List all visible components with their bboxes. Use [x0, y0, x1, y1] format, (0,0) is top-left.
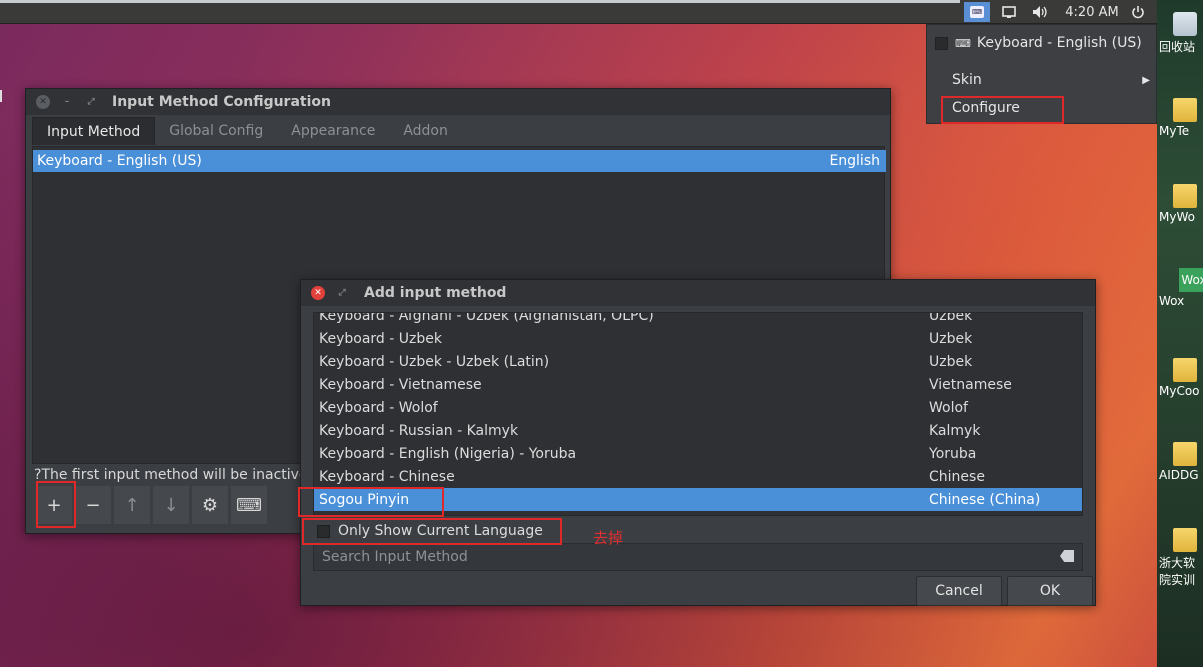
clock[interactable]: 4:20 AM: [1062, 2, 1122, 22]
desktop-icon-mycoo[interactable]: MyCoo: [1159, 358, 1203, 398]
remove-button[interactable]: −: [75, 486, 111, 524]
keyboard-tray-icon[interactable]: ⌨: [964, 2, 990, 22]
desktop-icon-wox[interactable]: Wox Wox: [1159, 268, 1203, 308]
window-title: Input Method Configuration: [112, 94, 331, 110]
available-input-methods-list[interactable]: Keyboard - Afghani - Uzbek (Afghanistan,…: [313, 312, 1083, 516]
maximize-icon[interactable]: ⤢: [84, 95, 98, 109]
list-item[interactable]: Keyboard - Uzbek - Uzbek (Latin) Uzbek: [314, 350, 1082, 373]
desktop-icon-label: MyCoo: [1159, 384, 1200, 398]
list-item[interactable]: Keyboard - Uzbek Uzbek: [314, 327, 1082, 350]
dialog-title: Add input method: [364, 285, 507, 301]
desktop-icon-label: MyWo: [1159, 210, 1195, 224]
recycle-bin-icon: [1173, 12, 1197, 36]
tab-input-method[interactable]: Input Method: [32, 117, 156, 145]
close-icon[interactable]: ✕: [311, 286, 325, 300]
desktop-icon-strip: 回收站 MyTe MyWo Wox Wox MyCoo AIDDG 浙大软 院实…: [1157, 0, 1203, 667]
wox-icon: Wox: [1179, 268, 1203, 292]
desktop-icon-myte[interactable]: MyTe: [1159, 98, 1203, 138]
ok-button[interactable]: OK: [1007, 576, 1093, 606]
search-placeholder: Search Input Method: [322, 549, 468, 565]
desktop-icon-label: 浙大软: [1159, 556, 1196, 570]
dialog-titlebar: ✕ ⤢ Add input method: [301, 280, 1095, 306]
annotation-text: 去掉: [593, 529, 624, 547]
cancel-button[interactable]: Cancel: [916, 576, 1002, 606]
desktop-icon-aiddg[interactable]: AIDDG: [1159, 442, 1203, 482]
maximize-icon[interactable]: ⤢: [335, 286, 349, 300]
list-item[interactable]: Keyboard - Wolof Wolof: [314, 396, 1082, 419]
tab-addon[interactable]: Addon: [389, 117, 462, 145]
move-down-button[interactable]: ↓: [153, 486, 189, 524]
desktop-icon-mywo[interactable]: MyWo: [1159, 184, 1203, 224]
desktop-icon-label: 回收站: [1159, 40, 1196, 54]
highlight-sogou-row: [298, 487, 444, 517]
tab-global-config[interactable]: Global Config: [155, 117, 277, 145]
highlight-configure: [941, 96, 1064, 124]
highlight-add-button: [36, 481, 76, 528]
clear-icon[interactable]: [1060, 550, 1074, 562]
checkbox[interactable]: [935, 36, 948, 50]
list-item[interactable]: Keyboard - Russian - Kalmyk Kalmyk: [314, 419, 1082, 442]
highlight-only-current-checkbox: [302, 518, 562, 545]
im-name: Keyboard - English (US): [37, 153, 202, 169]
volume-icon[interactable]: [1030, 2, 1052, 22]
folder-icon: [1173, 184, 1197, 208]
top-strip: [0, 0, 960, 3]
window-titlebar: ✕ – ⤢ Input Method Configuration: [26, 89, 890, 115]
folder-icon: [1173, 528, 1197, 552]
search-input[interactable]: Search Input Method: [313, 543, 1083, 571]
desktop-icon-label: MyTe: [1159, 124, 1190, 138]
file-icon: [1173, 442, 1197, 466]
display-icon[interactable]: [1000, 2, 1018, 22]
menu-item-current-im[interactable]: ⌨ Keyboard - English (US): [927, 31, 1158, 55]
desktop-icon-zju[interactable]: 浙大软 院实训: [1159, 528, 1203, 588]
menu-item-label: Keyboard - English (US): [976, 35, 1142, 51]
move-up-button[interactable]: ↑: [114, 486, 150, 524]
list-item[interactable]: Keyboard - Vietnamese Vietnamese: [314, 373, 1082, 396]
menu-item-label: Skin: [952, 72, 982, 88]
list-item[interactable]: Keyboard - Afghani - Uzbek (Afghanistan,…: [314, 313, 1082, 327]
list-item[interactable]: Keyboard - English (Nigeria) - Yoruba Yor…: [314, 442, 1082, 465]
keyboard-icon: ⌨: [955, 36, 971, 50]
desktop-icon-recycle[interactable]: 回收站: [1159, 12, 1203, 55]
tab-bar: Input Method Global Config Appearance Ad…: [32, 117, 462, 145]
list-item[interactable]: Keyboard - Chinese Chinese: [314, 465, 1082, 488]
tab-appearance[interactable]: Appearance: [277, 117, 389, 145]
add-input-method-dialog: ✕ ⤢ Add input method Keyboard - Afghani …: [300, 279, 1096, 606]
settings-gear-icon[interactable]: ⚙: [192, 486, 228, 524]
keyboard-layout-button[interactable]: ⌨: [231, 486, 267, 524]
chevron-right-icon: ▶: [1142, 74, 1150, 86]
list-item[interactable]: Keyboard - English (US) English: [33, 150, 886, 172]
menu-item-skin[interactable]: Skin ▶: [927, 68, 1158, 92]
desktop-icon-label: Wox: [1159, 294, 1185, 308]
folder-icon: [1173, 98, 1197, 122]
close-icon[interactable]: ✕: [36, 95, 50, 109]
screen-edge-mark: [0, 90, 2, 102]
top-panel: ⌨ 4:20 AM: [0, 0, 1157, 24]
im-language: English: [829, 153, 880, 169]
desktop-icon-label: 院实训: [1159, 573, 1196, 587]
power-icon[interactable]: [1128, 2, 1148, 22]
folder-icon: [1173, 358, 1197, 382]
minimize-icon[interactable]: –: [60, 95, 74, 109]
desktop-icon-label: AIDDG: [1159, 468, 1199, 482]
